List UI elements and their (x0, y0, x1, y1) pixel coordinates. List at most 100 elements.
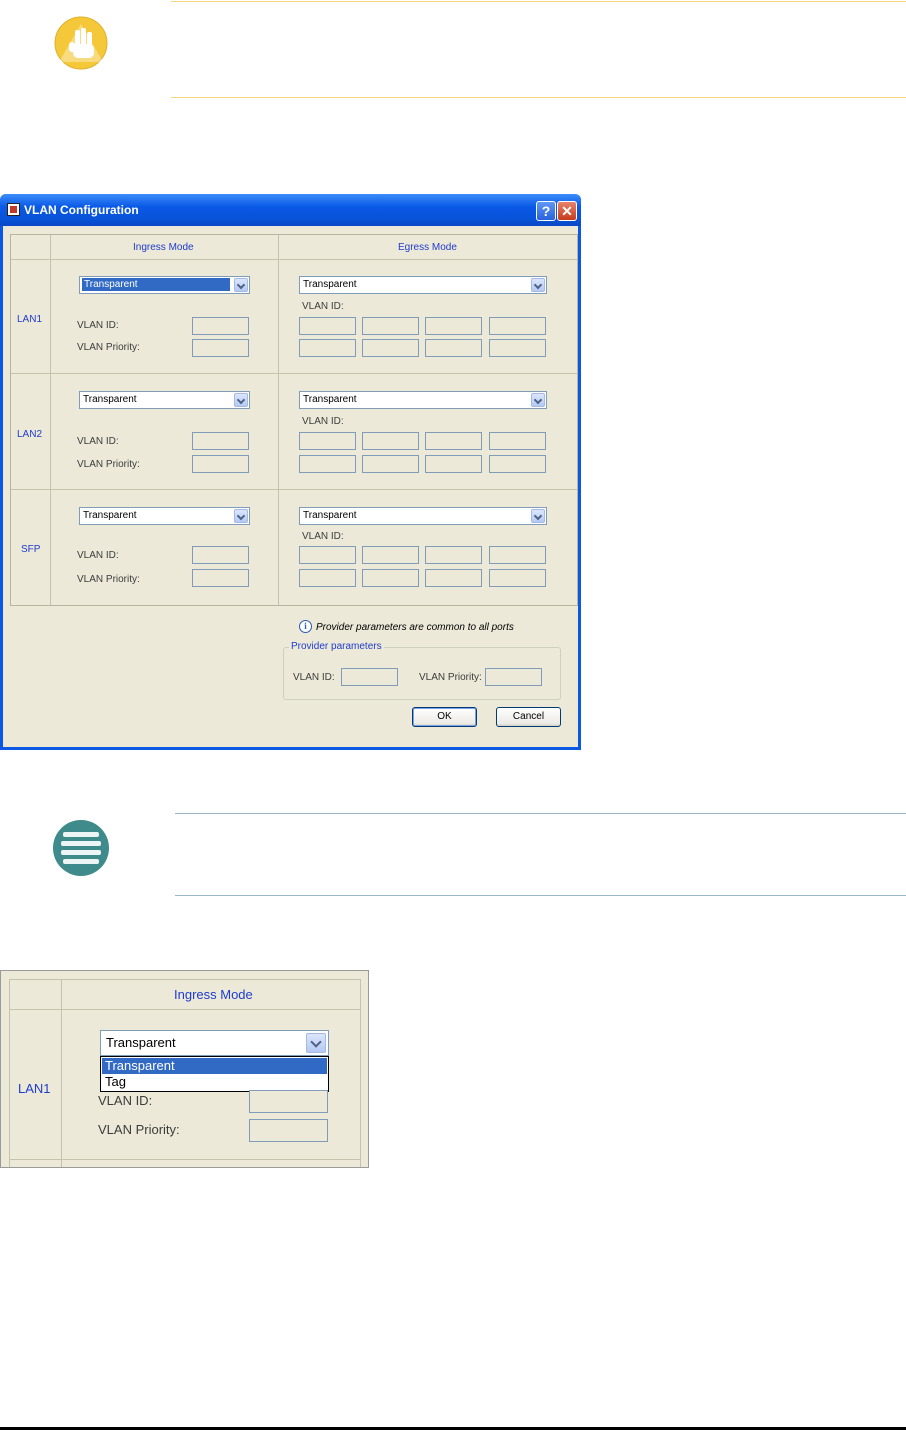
lan1-egress-field[interactable] (425, 317, 482, 335)
lan2-egress-vlan-id-label: VLAN ID: (302, 416, 344, 427)
sfp-egress-vlan-id-label: VLAN ID: (302, 531, 344, 542)
lan2-egress-field[interactable] (362, 455, 419, 473)
grid-line (9, 1159, 361, 1160)
sfp-egress-mode-select[interactable]: Transparent (299, 507, 547, 525)
lan2-ingress-mode-select[interactable]: Transparent (79, 391, 250, 409)
grid-line (9, 979, 10, 1167)
lan1-ingress-mode-select[interactable]: Transparent (100, 1030, 329, 1056)
grid-line (360, 979, 361, 1167)
lan2-egress-field[interactable] (362, 432, 419, 450)
lan1-egress-field[interactable] (489, 317, 546, 335)
sfp-egress-field[interactable] (299, 569, 356, 587)
grid-line (61, 979, 62, 1167)
provider-parameters-title: Provider parameters (289, 641, 384, 652)
provider-vlan-priority-label: VLAN Priority: (419, 672, 482, 683)
port-label-lan1: LAN1 (17, 314, 43, 325)
lan1-vlan-priority-field[interactable] (249, 1119, 328, 1142)
vlan-grid: Ingress Mode Egress Mode LAN1 Transparen… (10, 234, 578, 606)
sfp-vlan-priority-field[interactable] (192, 569, 249, 587)
lan1-vlan-id-field[interactable] (249, 1090, 328, 1113)
lan1-egress-field[interactable] (425, 339, 482, 357)
sfp-vlan-id-label: VLAN ID: (77, 550, 119, 561)
sfp-egress-field[interactable] (299, 546, 356, 564)
grid-line (11, 259, 577, 260)
lan2-egress-mode-select[interactable]: Transparent (299, 391, 547, 409)
lan1-vlan-priority-label: VLAN Priority: (77, 342, 140, 353)
chevron-down-icon[interactable] (234, 509, 248, 523)
egress-mode-header: Egress Mode (398, 242, 457, 253)
grid-line (278, 235, 279, 605)
close-button[interactable]: ✕ (557, 201, 577, 221)
lan1-egress-field[interactable] (299, 339, 356, 357)
lan2-egress-field[interactable] (489, 455, 546, 473)
lan2-egress-field[interactable] (489, 432, 546, 450)
warning-hand-icon (54, 16, 108, 70)
page-bottom-rule (0, 1427, 906, 1430)
warning-top-rule (171, 1, 906, 2)
sfp-vlan-priority-label: VLAN Priority: (77, 574, 140, 585)
lan1-vlan-id-field[interactable] (192, 317, 249, 335)
lan1-vlan-priority-label: VLAN Priority: (98, 1122, 180, 1137)
sfp-egress-field[interactable] (362, 569, 419, 587)
ok-button[interactable]: OK (412, 707, 477, 727)
lan2-egress-field[interactable] (299, 455, 356, 473)
port-label-lan2: LAN2 (17, 429, 43, 440)
lan1-egress-field[interactable] (362, 339, 419, 357)
lan1-egress-field[interactable] (362, 317, 419, 335)
ingress-mode-options-list: Transparent Tag (100, 1056, 329, 1092)
vlan-configuration-dialog: VLAN Configuration ? ✕ Ingress Mode Egre… (0, 194, 581, 750)
help-button[interactable]: ? (536, 201, 556, 221)
lan2-vlan-id-field[interactable] (192, 432, 249, 450)
provider-info-text: Provider parameters are common to all po… (316, 622, 514, 633)
lan1-ingress-mode-select[interactable]: Transparent (79, 276, 250, 294)
provider-vlan-priority-field[interactable] (485, 668, 542, 686)
lan2-vlan-priority-field[interactable] (192, 455, 249, 473)
lan1-vlan-id-label: VLAN ID: (98, 1093, 153, 1108)
chevron-down-icon[interactable] (531, 393, 545, 407)
chevron-down-icon[interactable] (531, 278, 545, 292)
note-top-rule (175, 813, 906, 814)
dialog-title: VLAN Configuration (24, 203, 139, 217)
info-icon: i (299, 620, 312, 633)
sfp-vlan-id-field[interactable] (192, 546, 249, 564)
lan2-vlan-id-label: VLAN ID: (77, 436, 119, 447)
sfp-egress-field[interactable] (362, 546, 419, 564)
lan2-egress-field[interactable] (425, 455, 482, 473)
cancel-button[interactable]: Cancel (496, 707, 561, 727)
grid-line (11, 373, 577, 374)
option-transparent[interactable]: Transparent (102, 1058, 327, 1074)
lan2-vlan-priority-label: VLAN Priority: (77, 459, 140, 470)
chevron-down-icon[interactable] (234, 278, 248, 292)
lan1-vlan-priority-field[interactable] (192, 339, 249, 357)
lan1-egress-vlan-id-label: VLAN ID: (302, 301, 344, 312)
note-icon (53, 820, 109, 876)
sfp-egress-field[interactable] (425, 546, 482, 564)
ingress-mode-header: Ingress Mode (133, 242, 194, 253)
sfp-egress-field[interactable] (489, 546, 546, 564)
chevron-down-icon[interactable] (531, 509, 545, 523)
sfp-egress-field[interactable] (425, 569, 482, 587)
chevron-down-icon[interactable] (306, 1033, 326, 1053)
sfp-egress-field[interactable] (489, 569, 546, 587)
warning-bottom-rule (171, 97, 906, 98)
ingress-mode-header: Ingress Mode (174, 987, 253, 1002)
sfp-ingress-mode-select[interactable]: Transparent (79, 507, 250, 525)
option-tag[interactable]: Tag (102, 1074, 327, 1090)
lan2-egress-field[interactable] (425, 432, 482, 450)
grid-line (50, 235, 51, 605)
ingress-mode-dropdown-closeup: Ingress Mode LAN1 Transparent Transparen… (0, 970, 369, 1168)
lan1-egress-field[interactable] (489, 339, 546, 357)
dialog-client-area: Ingress Mode Egress Mode LAN1 Transparen… (3, 226, 578, 747)
provider-vlan-id-label: VLAN ID: (293, 672, 335, 683)
port-label-sfp: SFP (21, 544, 41, 555)
port-label-lan1: LAN1 (18, 1081, 51, 1096)
grid-line (11, 489, 577, 490)
app-icon (7, 203, 20, 216)
provider-vlan-id-field[interactable] (341, 668, 398, 686)
dialog-titlebar[interactable]: VLAN Configuration ? ✕ (0, 194, 581, 226)
note-bottom-rule (175, 895, 906, 896)
chevron-down-icon[interactable] (234, 393, 248, 407)
lan1-egress-field[interactable] (299, 317, 356, 335)
lan2-egress-field[interactable] (299, 432, 356, 450)
lan1-egress-mode-select[interactable]: Transparent (299, 276, 547, 294)
